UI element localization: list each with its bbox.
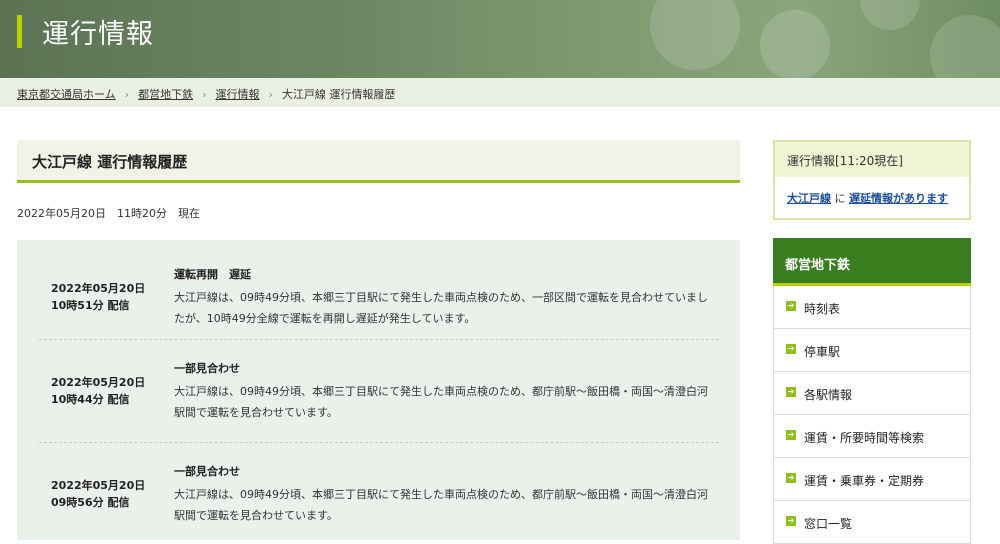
entry-date: 2022年05月20日 10時44分 配信 — [51, 376, 146, 406]
delay-info-link[interactable]: 遅延情報があります — [849, 192, 948, 205]
menu-item-timetable[interactable]: ➔ 時刻表 — [773, 286, 971, 329]
section-heading-text: 大江戸線 運行情報履歴 — [32, 153, 188, 171]
arrow-right-icon: ➔ — [786, 430, 796, 440]
entry-body: 大江戸線は、09時49分頃、本郷三丁目駅にて発生した車両点検のため、一部区間で運… — [174, 291, 708, 325]
breadcrumb-subway-link[interactable]: 都営地下鉄 — [138, 88, 193, 101]
breadcrumb-service-info-link[interactable]: 運行情報 — [215, 88, 259, 101]
page-title: 運行情報 — [42, 19, 154, 50]
bokeh-decoration — [650, 0, 740, 70]
status-connector: に — [834, 192, 846, 205]
arrow-right-icon: ➔ — [786, 473, 796, 483]
entry-date: 2022年05月20日 10時51分 配信 — [51, 282, 146, 312]
menu-item-station-info[interactable]: ➔ 各駅情報 — [773, 372, 971, 415]
breadcrumb-separator-icon: › — [124, 88, 130, 101]
history-list: 2022年05月20日 10時51分 配信 運転再開 遅延 大江戸線は、09時49… — [17, 240, 740, 540]
arrow-right-icon: ➔ — [786, 344, 796, 354]
arrow-right-icon: ➔ — [786, 387, 796, 397]
entry-title: 一部見合わせ — [174, 362, 240, 375]
service-status-body: 大江戸線 に 遅延情報があります — [775, 177, 969, 206]
section-heading: 大江戸線 運行情報履歴 — [17, 140, 740, 183]
page-header-banner: 運行情報 — [0, 0, 1000, 78]
subway-menu-title: 都営地下鉄 — [773, 238, 971, 286]
line-link[interactable]: 大江戸線 — [787, 192, 831, 205]
menu-item-stops[interactable]: ➔ 停車駅 — [773, 329, 971, 372]
entry-body: 大江戸線は、09時49分頃、本郷三丁目駅にて発生した車両点検のため、都庁前駅～飯… — [174, 385, 708, 419]
breadcrumb-separator-icon: › — [202, 88, 207, 101]
entry-body: 大江戸線は、09時49分頃、本郷三丁目駅にて発生した車両点検のため、都庁前駅～飯… — [174, 488, 708, 522]
breadcrumb-current: 大江戸線 運行情報履歴 — [281, 88, 396, 101]
as-of-timestamp: 2022年05月20日 11時20分 現在 — [17, 207, 200, 220]
service-status-box: 運行情報[11:20現在] 大江戸線 に 遅延情報があります — [773, 140, 971, 220]
main-content: 大江戸線 運行情報履歴 2022年05月20日 11時20分 現在 2022年0… — [17, 140, 740, 540]
subway-menu: 都営地下鉄 ➔ 時刻表 ➔ 停車駅 ➔ 各駅情報 ➔ 運賃・所要時間等検索 ➔ 運賃・乗車… — [773, 238, 971, 544]
breadcrumb-home-link[interactable]: 東京都交通局ホーム — [17, 88, 116, 101]
arrow-right-icon: ➔ — [786, 301, 796, 311]
entry-divider — [39, 339, 719, 340]
bokeh-decoration — [760, 10, 830, 78]
bokeh-decoration — [930, 15, 1000, 78]
breadcrumb: 東京都交通局ホーム › 都営地下鉄 › 運行情報 › 大江戸線 運行情報履歴 — [0, 78, 1000, 107]
menu-item-tickets[interactable]: ➔ 運賃・乗車券・定期券 — [773, 458, 971, 501]
title-accent-bar — [17, 15, 22, 48]
service-status-title: 運行情報[11:20現在] — [775, 142, 969, 177]
entry-date: 2022年05月20日 09時56分 配信 — [51, 479, 146, 509]
bokeh-decoration — [860, 0, 920, 30]
entry-divider — [39, 442, 719, 443]
breadcrumb-separator-icon: › — [268, 88, 273, 101]
menu-item-fare-search[interactable]: ➔ 運賃・所要時間等検索 — [773, 415, 971, 458]
arrow-right-icon: ➔ — [786, 516, 796, 526]
entry-title: 一部見合わせ — [174, 465, 240, 478]
entry-title: 運転再開 遅延 — [174, 268, 251, 281]
